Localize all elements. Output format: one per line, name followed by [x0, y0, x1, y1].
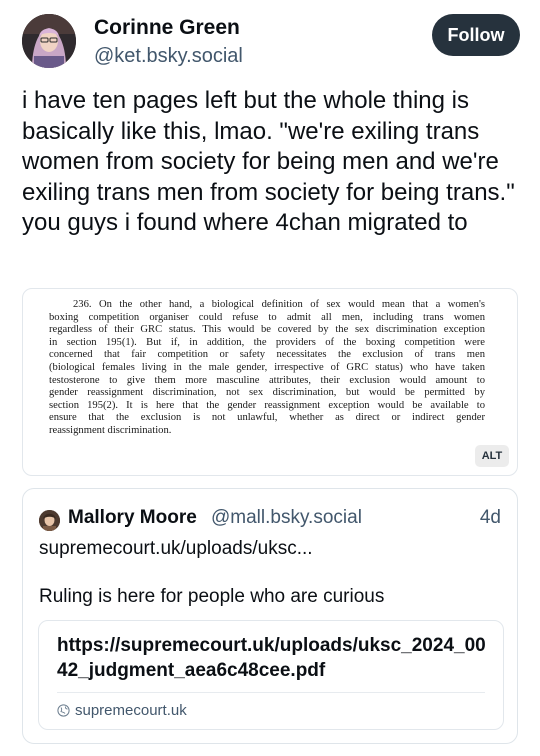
- document-line: 236. On the other hand, a biological def…: [73, 299, 485, 310]
- link-preview-domain-text: supremecourt.uk: [75, 701, 187, 719]
- alt-text-badge[interactable]: ALT: [475, 445, 509, 467]
- follow-button[interactable]: Follow: [432, 14, 520, 56]
- document-line: regardless of their GRC status. This wou…: [49, 324, 485, 336]
- post-text: i have ten pages left but the whole thin…: [22, 87, 522, 236]
- author-display-name[interactable]: Corinne Green: [94, 16, 240, 40]
- post-header: Corinne Green @ket.bsky.social Follow: [22, 12, 522, 72]
- link-preview-divider: [57, 692, 485, 693]
- link-preview-card[interactable]: https://supremecourt.uk/uploads/uksc_202…: [38, 620, 504, 730]
- document-line: testosterone to give them more masculine…: [49, 374, 485, 386]
- quoted-author-display-name[interactable]: Mallory Moore: [68, 507, 197, 529]
- document-line: gender reassignment discrimination, not …: [49, 387, 485, 399]
- document-line: in section 195(1). But if, in addition, …: [49, 336, 485, 348]
- document-line: (biological females living in the male g…: [49, 361, 485, 373]
- post-image[interactable]: 236. On the other hand, a biological def…: [22, 288, 518, 476]
- document-line: section 195(2). It is here that the gend…: [49, 399, 485, 411]
- quoted-author-handle[interactable]: @mall.bsky.social: [211, 507, 362, 529]
- quoted-post-text: Ruling is here for people who are curiou…: [39, 586, 385, 607]
- document-line: boxing competition organiser could refus…: [49, 311, 485, 323]
- quoted-post[interactable]: Mallory Moore @mall.bsky.social 4d supre…: [22, 488, 518, 744]
- author-avatar[interactable]: [22, 14, 76, 68]
- author-handle[interactable]: @ket.bsky.social: [94, 45, 243, 68]
- document-line: concerned that fair competition or safet…: [49, 349, 485, 361]
- document-line: reassignment discrimination.: [49, 424, 172, 436]
- quoted-post-timestamp[interactable]: 4d: [480, 507, 501, 529]
- document-excerpt: 236. On the other hand, a biological def…: [49, 299, 485, 438]
- globe-icon: [57, 703, 70, 717]
- quoted-author-avatar[interactable]: [39, 510, 60, 531]
- document-line: ensure that the exclusion is not unlawfu…: [49, 412, 485, 424]
- link-preview-title: https://supremecourt.uk/uploads/uksc_202…: [57, 635, 486, 681]
- link-preview-domain: supremecourt.uk: [57, 701, 187, 719]
- quoted-post-link[interactable]: supremecourt.uk/uploads/uksc...: [39, 538, 313, 560]
